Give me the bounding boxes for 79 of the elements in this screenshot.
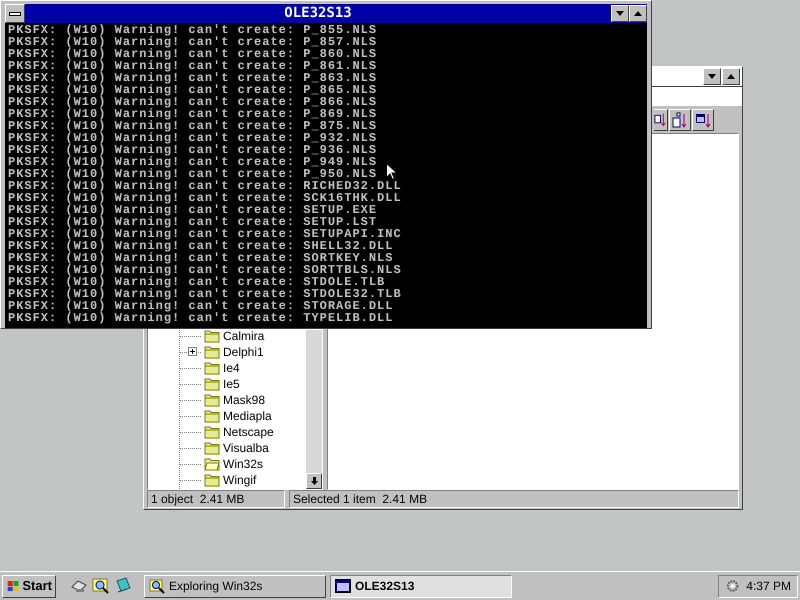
console-line: PKSFX: (W10) Warning! can't create: P_866.NLS (8, 96, 378, 108)
tree-item[interactable]: Mask98 (223, 394, 266, 406)
start-button[interactable]: Start (2, 574, 56, 598)
tree-item[interactable]: Ie5 (223, 378, 240, 390)
folder-icon (204, 425, 220, 439)
console-line: PKSFX: (W10) Warning! can't create: SHELL32.DLL (8, 240, 394, 252)
console-line: PKSFX: (W10) Warning! can't create: SORTTBLS.NLS (8, 264, 402, 276)
console-line: PKSFX: (W10) Warning! can't create: P_875.NLS (8, 120, 378, 132)
folder-icon (204, 377, 220, 391)
scroll-down-button[interactable] (306, 473, 322, 489)
folder-icon (204, 409, 220, 423)
toolbar-button[interactable] (669, 108, 691, 130)
console-line: PKSFX: (W10) Warning! can't create: SETUP.EXE (8, 204, 378, 216)
folder-icon (204, 393, 220, 407)
console-line: PKSFX: (W10) Warning! can't create: RICHED32.DLL (8, 180, 402, 192)
windows-logo-icon (6, 579, 20, 593)
up-triangle-icon (727, 74, 735, 79)
tree-item[interactable]: Delphi1 (223, 346, 264, 358)
minimize-button[interactable] (703, 68, 721, 85)
folder-icon (204, 361, 220, 375)
console-line: PKSFX: (W10) Warning! can't create: STORAGE.DLL (8, 300, 394, 312)
window-title: OLE32S13 (283, 4, 353, 23)
console-line: PKSFX: (W10) Warning! can't create: SORTKEY.NLS (8, 252, 394, 264)
minimize-button[interactable] (611, 5, 629, 22)
console-line: PKSFX: (W10) Warning! can't create: P_861.NLS (8, 60, 378, 72)
console-line: PKSFX: (W10) Warning! can't create: P_932.NLS (8, 132, 378, 144)
status-text: Selected 1 item 2.41 MB (289, 490, 739, 508)
system-menu-button[interactable] (5, 4, 25, 23)
tree-item[interactable]: Mediapla (223, 410, 272, 422)
tree-item[interactable]: Wingif (223, 474, 256, 486)
maximize-button[interactable] (629, 5, 647, 22)
folder-icon (204, 473, 220, 487)
console-line: PKSFX: (W10) Warning! can't create: P_857.NLS (8, 36, 378, 48)
mouse-cursor-icon (386, 163, 397, 180)
status-text: 1 object 2.41 MB (147, 490, 285, 508)
console-line: PKSFX: (W10) Warning! can't create: TYPELIB.DLL (8, 312, 394, 324)
console-line: PKSFX: (W10) Warning! can't create: P_949.NLS (8, 156, 378, 168)
up-triangle-icon (634, 11, 642, 16)
tree-item[interactable]: Visualba (223, 442, 269, 454)
down-triangle-icon (708, 74, 716, 79)
console-line: PKSFX: (W10) Warning! can't create: P_863.NLS (8, 72, 378, 84)
tree-item[interactable]: Netscape (223, 426, 274, 438)
maximize-button[interactable] (722, 68, 740, 85)
console-line: PKSFX: (W10) Warning! can't create: P_865.NLS (8, 84, 378, 96)
magnifier-icon (149, 578, 165, 594)
dash-icon (9, 12, 21, 16)
console-line: PKSFX: (W10) Warning! can't create: STDOLE32.TLB (8, 288, 402, 300)
toolbar-button[interactable] (654, 108, 668, 130)
notebook-icon[interactable] (114, 577, 132, 595)
scrollbar[interactable] (306, 330, 322, 489)
console-line: PKSFX: (W10) Warning! can't create: P_860.NLS (8, 48, 378, 60)
tree-item[interactable]: Win32s (223, 458, 264, 470)
console-line: PKSFX: (W10) Warning! can't create: STDOLE.TLB (8, 276, 386, 288)
down-arrow-icon (310, 477, 318, 485)
console-line: PKSFX: (W10) Warning! can't create: P_869.NLS (8, 108, 378, 120)
taskbar-button[interactable]: Exploring Win32s (144, 574, 326, 598)
tree-item[interactable]: Ie4 (223, 362, 240, 374)
copy-down-icon (654, 112, 667, 128)
console-window-icon (335, 579, 351, 593)
clock: 4:37 PM (746, 578, 791, 595)
tree-item[interactable]: Calmira (223, 330, 264, 342)
gear-icon[interactable] (725, 578, 740, 594)
folder-icon (204, 441, 220, 455)
down-triangle-icon (616, 11, 624, 16)
console-line: PKSFX: (W10) Warning! can't create: P_950.NLS (8, 168, 378, 180)
open-folder-icon (204, 457, 220, 471)
expand-toggle[interactable] (188, 347, 197, 356)
folder-icon (204, 329, 220, 343)
page-down-icon (672, 112, 688, 128)
console-line: PKSFX: (W10) Warning! can't create: SCK16THK.DLL (8, 192, 402, 204)
taskbar-button[interactable]: OLE32S13 (330, 574, 512, 598)
console-line: PKSFX: (W10) Warning! can't create: P_855.NLS (8, 24, 378, 36)
toolbar-button[interactable] (692, 108, 714, 130)
calendar-down-icon (695, 112, 711, 128)
magnifier-icon[interactable] (92, 577, 110, 595)
console-line: PKSFX: (W10) Warning! can't create: SETUP.LST (8, 216, 378, 228)
folder-icon (204, 345, 220, 359)
console-line: PKSFX: (W10) Warning! can't create: SETUPAPI.INC (8, 228, 402, 240)
console-line: PKSFX: (W10) Warning! can't create: P_936.NLS (8, 144, 378, 156)
